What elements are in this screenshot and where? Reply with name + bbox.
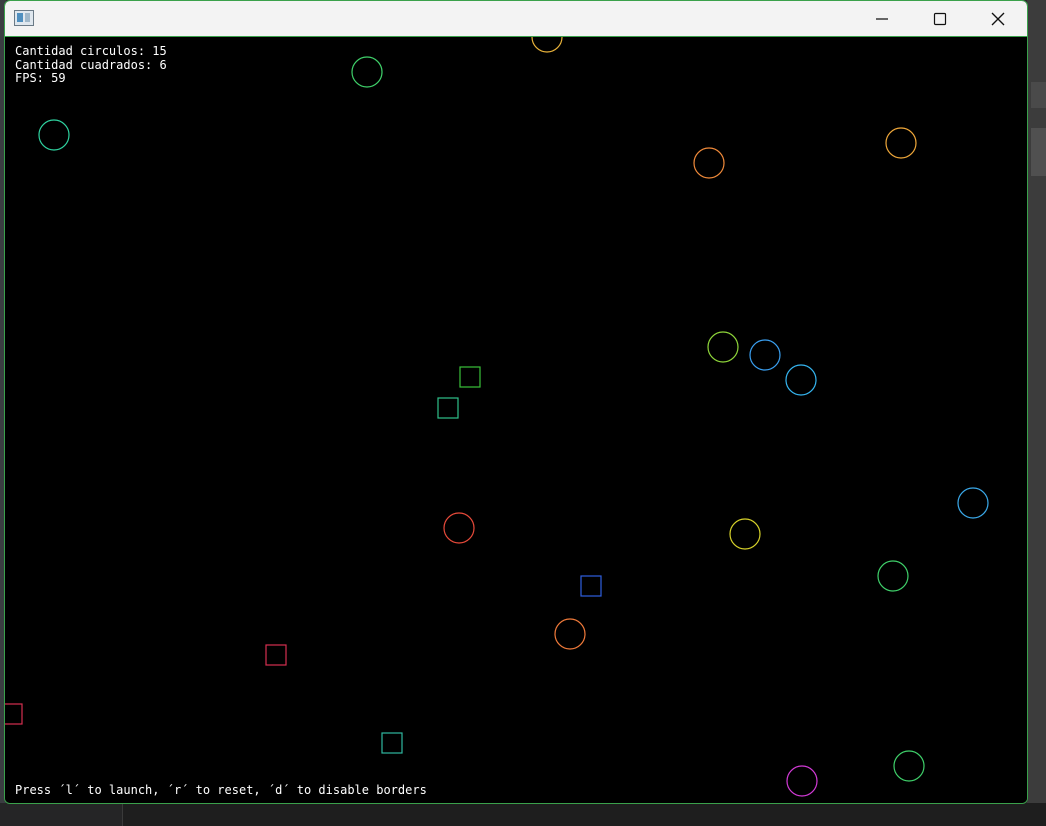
- circle-shape: [749, 339, 781, 371]
- title-bar[interactable]: [5, 1, 1027, 37]
- circle-shape: [877, 560, 909, 592]
- circle-shape: [531, 37, 563, 53]
- circle-shape: [729, 518, 761, 550]
- background-panel: [0, 803, 123, 826]
- simulation-canvas[interactable]: Cantidad circulos: 15 Cantidad cuadrados:…: [5, 37, 1027, 803]
- circle-shape: [885, 127, 917, 159]
- simulation-window: Cantidad circulos: 15 Cantidad cuadrados:…: [4, 0, 1028, 804]
- close-icon: [991, 12, 1005, 25]
- circle-shape: [693, 147, 725, 179]
- minimize-button[interactable]: [853, 1, 911, 36]
- square-count-text: Cantidad cuadrados: 6: [15, 57, 167, 72]
- square-shape: [459, 366, 481, 388]
- stats-overlay: Cantidad circulos: 15 Cantidad cuadrados:…: [15, 44, 167, 86]
- app-icon: [14, 10, 34, 26]
- fps-text: FPS: 59: [15, 71, 66, 85]
- background-ide-right-edge: [1027, 0, 1046, 826]
- circle-count-text: Cantidad circulos: 15: [15, 44, 167, 58]
- square-shape: [437, 397, 459, 419]
- square-shape: [381, 732, 403, 754]
- instructions-text: Press ´l´ to launch, ´r´ to reset, ´d´ t…: [15, 783, 427, 797]
- square-shape: [580, 575, 602, 597]
- circle-shape: [351, 56, 383, 88]
- circle-shape: [443, 512, 475, 544]
- circle-shape: [785, 364, 817, 396]
- minimize-icon: [876, 17, 888, 20]
- circle-shape: [554, 618, 586, 650]
- circle-shape: [957, 487, 989, 519]
- shapes-layer: [5, 37, 989, 797]
- background-panel: [1031, 128, 1046, 176]
- maximize-icon: [933, 12, 947, 25]
- maximize-button[interactable]: [911, 1, 969, 36]
- circle-shape: [893, 750, 925, 782]
- circle-shape: [786, 765, 818, 797]
- close-button[interactable]: [969, 1, 1027, 36]
- circle-shape: [707, 331, 739, 363]
- square-shape: [5, 703, 23, 725]
- circle-shape: [38, 119, 70, 151]
- background-taskbar-strip: [0, 803, 1046, 826]
- square-shape: [265, 644, 287, 666]
- background-panel: [1031, 82, 1046, 108]
